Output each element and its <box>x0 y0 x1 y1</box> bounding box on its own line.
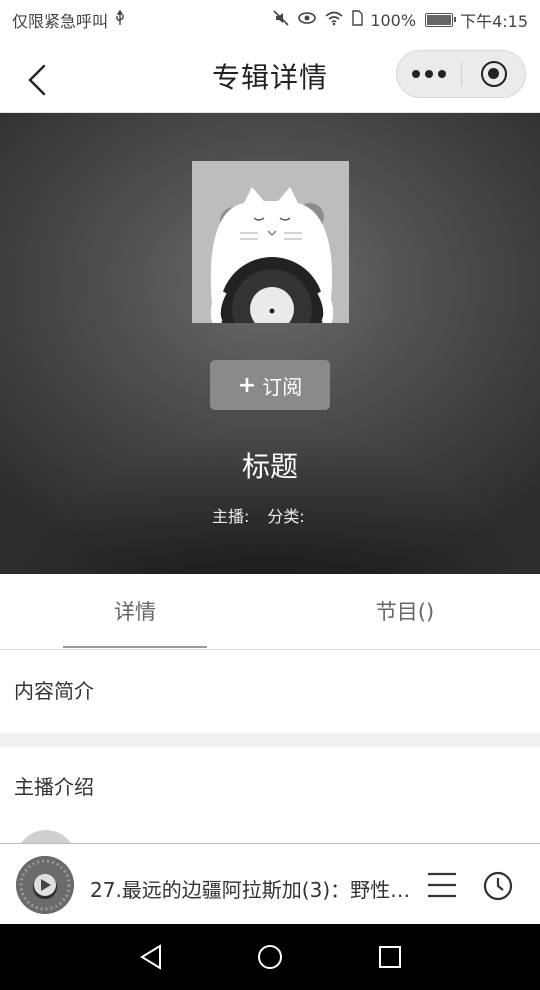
mini-player[interactable]: 27.最远的边疆阿拉斯加(3)：野性的呼唤 <box>0 843 540 925</box>
album-header: + 订阅 标题 主播: 分类: <box>0 113 540 574</box>
mini-program-capsule <box>396 50 526 98</box>
active-tab-indicator <box>63 646 207 648</box>
nav-recents-icon[interactable] <box>375 942 405 972</box>
nav-home-icon[interactable] <box>255 942 285 972</box>
sim-icon <box>351 10 364 30</box>
tab-episodes[interactable]: 节目() <box>305 596 505 626</box>
usb-icon <box>114 9 126 30</box>
status-bar: 仅限紧急呼叫 100% 下午4:15 <box>0 0 540 38</box>
section-divider <box>0 733 540 747</box>
more-dot-icon <box>412 70 420 78</box>
more-dot-icon <box>425 70 433 78</box>
battery-icon <box>425 13 457 27</box>
playlist-icon[interactable] <box>426 870 458 900</box>
host-intro-heading: 主播介绍 <box>14 775 94 799</box>
plus-icon: + <box>237 372 257 398</box>
tab-bar: 详情 节目() <box>0 574 540 650</box>
subscribe-label: 订阅 <box>262 374 303 399</box>
mute-icon <box>272 9 290 31</box>
player-cover[interactable] <box>16 856 74 914</box>
host-label: 主播: <box>212 507 250 526</box>
album-title: 标题 <box>241 450 298 483</box>
more-dot-icon <box>438 70 446 78</box>
status-right: 100% 下午4:15 <box>272 8 528 32</box>
status-left: 仅限紧急呼叫 <box>12 8 126 32</box>
now-playing-title: 27.最远的边疆阿拉斯加(3)：野性的呼唤 <box>90 878 418 902</box>
history-clock-icon[interactable] <box>482 870 514 902</box>
album-cover <box>192 161 349 323</box>
subscribe-button[interactable]: + 订阅 <box>210 360 330 410</box>
content-intro-heading: 内容简介 <box>14 679 94 703</box>
system-nav-bar <box>0 924 540 990</box>
wifi-icon <box>324 10 344 30</box>
tab-details[interactable]: 详情 <box>35 596 235 626</box>
carrier-text: 仅限紧急呼叫 <box>12 12 109 31</box>
nav-bar: 专辑详情 <box>0 38 540 113</box>
cat-record-illustration <box>192 161 349 323</box>
close-target-icon[interactable] <box>481 61 507 87</box>
more-options-button[interactable] <box>397 51 461 97</box>
capsule-divider <box>461 63 462 87</box>
eye-icon <box>297 10 317 30</box>
clock-text: 下午4:15 <box>460 12 528 31</box>
album-meta: 主播: 分类: <box>212 503 305 527</box>
category-label: 分类: <box>267 507 305 526</box>
battery-percent: 100% <box>370 10 417 30</box>
nav-back-icon[interactable] <box>136 942 166 972</box>
